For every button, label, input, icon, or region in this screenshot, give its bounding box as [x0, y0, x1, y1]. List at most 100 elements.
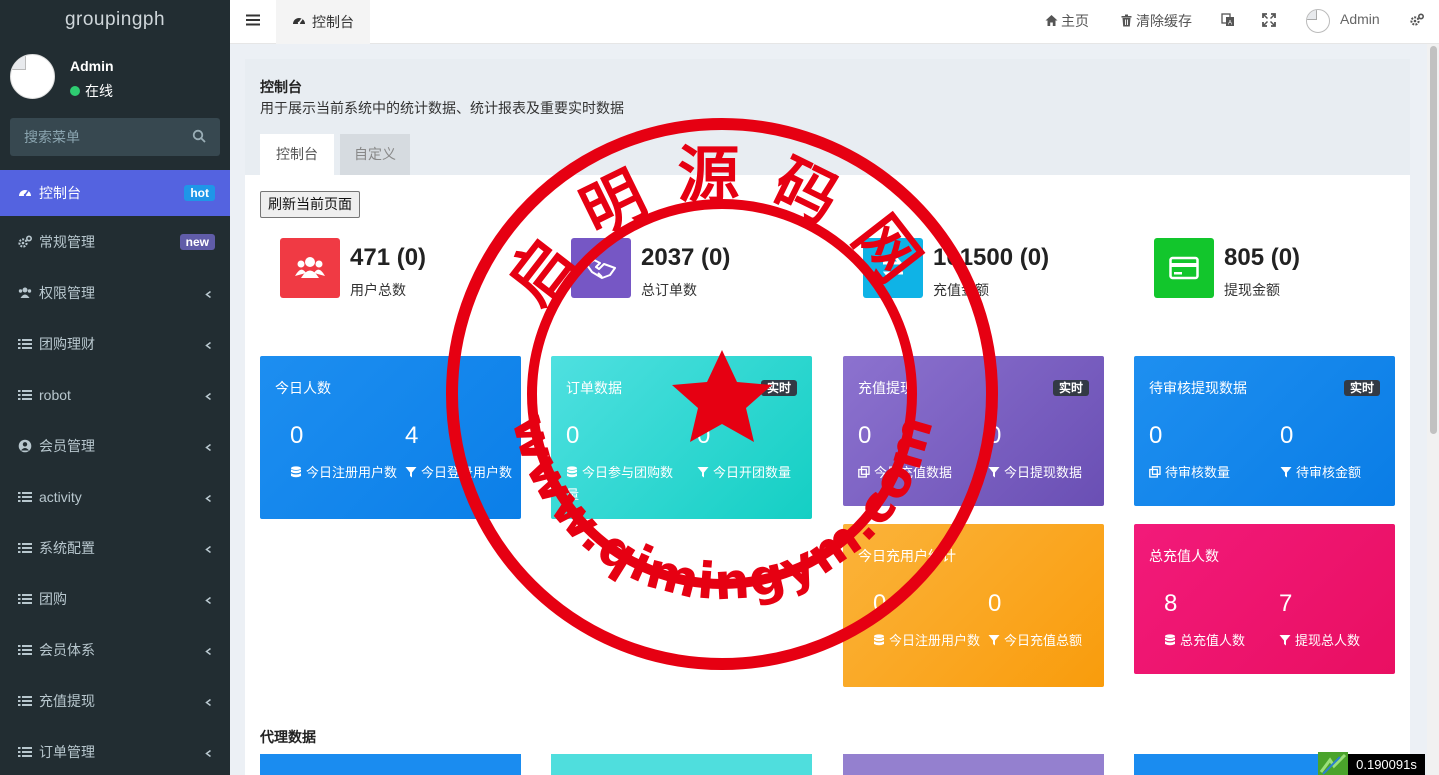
chevron-left-icon: [205, 392, 211, 400]
card-title: 今日充用户统计: [858, 548, 956, 564]
sidebar-menu: 控制台 hot 常规管理 new 权限管理 团购理财 robot 会员管理 ac…: [0, 170, 230, 775]
database-icon: [291, 466, 301, 478]
sidebar-item-label: 团购理财: [39, 335, 95, 352]
sidebar-item-recharge[interactable]: 充值提现: [0, 675, 230, 726]
debug-logo-icon[interactable]: [1318, 752, 1348, 775]
clone-icon: [1149, 466, 1161, 478]
tab-dashboard[interactable]: 控制台: [276, 0, 370, 44]
sidebar-item-activity[interactable]: activity: [0, 471, 230, 522]
stat-withdraw-label: 提现金额: [1224, 282, 1280, 298]
sidebar: groupingph Admin 在线 控制台 hot 常规管理 new 权限管…: [0, 0, 230, 775]
page-title: 控制台: [260, 79, 302, 95]
app-logo[interactable]: groupingph: [0, 0, 230, 44]
user-status: 在线: [70, 81, 113, 101]
sidebar-item-robot[interactable]: robot: [0, 369, 230, 420]
tab-dashboard-panel[interactable]: 控制台: [260, 134, 334, 175]
sidebar-item-orders[interactable]: 订单管理: [0, 726, 230, 775]
sidebar-item-general[interactable]: 常规管理 new: [0, 216, 230, 267]
debug-timer[interactable]: 0.190091s: [1348, 754, 1425, 775]
filter-icon: [988, 635, 1000, 646]
card-value-2: 4: [405, 422, 419, 449]
card-label-text: 今日注册用户数: [889, 633, 981, 648]
home-link[interactable]: 主页: [1045, 0, 1105, 44]
card-label-2: 今日开团数量: [697, 462, 807, 484]
chevron-left-icon: [205, 698, 211, 706]
card-label-1: 今日充值数据: [858, 462, 988, 484]
card-first-charge: 今日充用户统计 0 0 今日注册用户数 今日充值总额: [843, 524, 1104, 687]
translate-icon[interactable]: A: [1221, 13, 1235, 27]
search-input[interactable]: [10, 118, 180, 156]
card-label-2: 待审核金额: [1280, 462, 1395, 484]
user-circle-icon: [18, 439, 32, 452]
sidebar-item-label: robot: [39, 386, 71, 403]
filter-icon: [697, 467, 709, 478]
stat-withdraw-box: [1154, 238, 1214, 298]
card-title: 待审核提现数据: [1149, 380, 1247, 396]
refresh-button[interactable]: 刷新当前页面: [260, 191, 360, 218]
realtime-badge: 实时: [1052, 380, 1089, 396]
card-value-2: 0: [988, 590, 1002, 617]
chevron-left-icon: [205, 545, 211, 553]
sidebar-item-group-buy[interactable]: 团购: [0, 573, 230, 624]
card-value-2: 0: [988, 422, 1002, 449]
tab-label: 控制台: [312, 14, 354, 30]
scrollbar-thumb[interactable]: [1430, 46, 1437, 434]
sidebar-item-label: 订单管理: [39, 743, 95, 760]
list-icon: [18, 542, 32, 553]
search-icon[interactable]: [192, 129, 206, 143]
database-icon: [1165, 634, 1175, 646]
card-label-text: 待审核金额: [1296, 465, 1362, 480]
card-label-2: 提现总人数: [1279, 630, 1394, 652]
card-value-1: 0: [566, 422, 580, 449]
chevron-left-icon: [205, 494, 211, 502]
tab-custom[interactable]: 自定义: [340, 134, 410, 175]
card-title: 总充值人数: [1149, 548, 1219, 564]
list-icon: [18, 491, 32, 502]
user-status-label: 在线: [85, 83, 113, 99]
page-subtitle: 用于展示当前系统中的统计数据、统计报表及重要实时数据: [260, 100, 624, 116]
card-label-1: 今日注册用户数: [873, 630, 983, 652]
agent-section-title: 代理数据: [260, 729, 316, 745]
agent-card-2: [551, 754, 812, 775]
sidebar-item-label: activity: [39, 488, 82, 505]
sidebar-item-membership[interactable]: 会员体系: [0, 624, 230, 675]
stat-withdraw: 805 (0) 提现金额: [1154, 238, 1384, 298]
stat-orders-value: 2037 (0): [641, 244, 731, 271]
database-icon: [874, 634, 884, 646]
stat-recharge: 101500 (0) 充值金额: [863, 238, 1093, 298]
card-value-1: 8: [1164, 590, 1178, 617]
sidebar-item-members[interactable]: 会员管理: [0, 420, 230, 471]
card-value-1: 0: [858, 422, 872, 449]
exchange-icon: [882, 257, 904, 279]
sidebar-item-system-config[interactable]: 系统配置: [0, 522, 230, 573]
realtime-badge: 实时: [1343, 380, 1380, 396]
header-avatar[interactable]: [1306, 9, 1330, 33]
credit-card-icon: [1169, 256, 1199, 280]
sidebar-item-label: 会员体系: [39, 641, 95, 658]
settings-icon[interactable]: [1410, 13, 1424, 27]
menu-toggle-icon[interactable]: [246, 13, 260, 27]
card-label-2: 今日提现数据: [988, 462, 1118, 484]
card-label-text: 今日注册用户数: [306, 465, 398, 480]
card-title: 订单数据: [566, 380, 622, 396]
list-icon: [18, 746, 32, 757]
list-icon: [18, 644, 32, 655]
card-value-2: 0: [697, 422, 711, 449]
sidebar-item-dashboard[interactable]: 控制台 hot: [0, 170, 230, 216]
header-admin-name[interactable]: Admin: [1340, 11, 1380, 27]
stat-users-box: [280, 238, 340, 298]
user-panel: Admin 在线: [0, 44, 230, 106]
dashboard-icon: [19, 190, 31, 197]
sidebar-item-label: 系统配置: [39, 539, 95, 556]
list-icon: [18, 593, 32, 604]
sidebar-item-permissions[interactable]: 权限管理: [0, 267, 230, 318]
sidebar-item-group-finance[interactable]: 团购理财: [0, 318, 230, 369]
fullscreen-icon[interactable]: [1262, 13, 1276, 27]
list-icon: [18, 338, 32, 349]
stat-users-label: 用户总数: [350, 282, 406, 298]
clear-cache-link[interactable]: 清除缓存: [1120, 0, 1200, 44]
stat-orders: 2037 (0) 总订单数: [571, 238, 801, 298]
stat-recharge-label: 充值金额: [933, 282, 989, 298]
chevron-left-icon: [205, 749, 211, 757]
page-scrollbar[interactable]: [1427, 44, 1439, 775]
